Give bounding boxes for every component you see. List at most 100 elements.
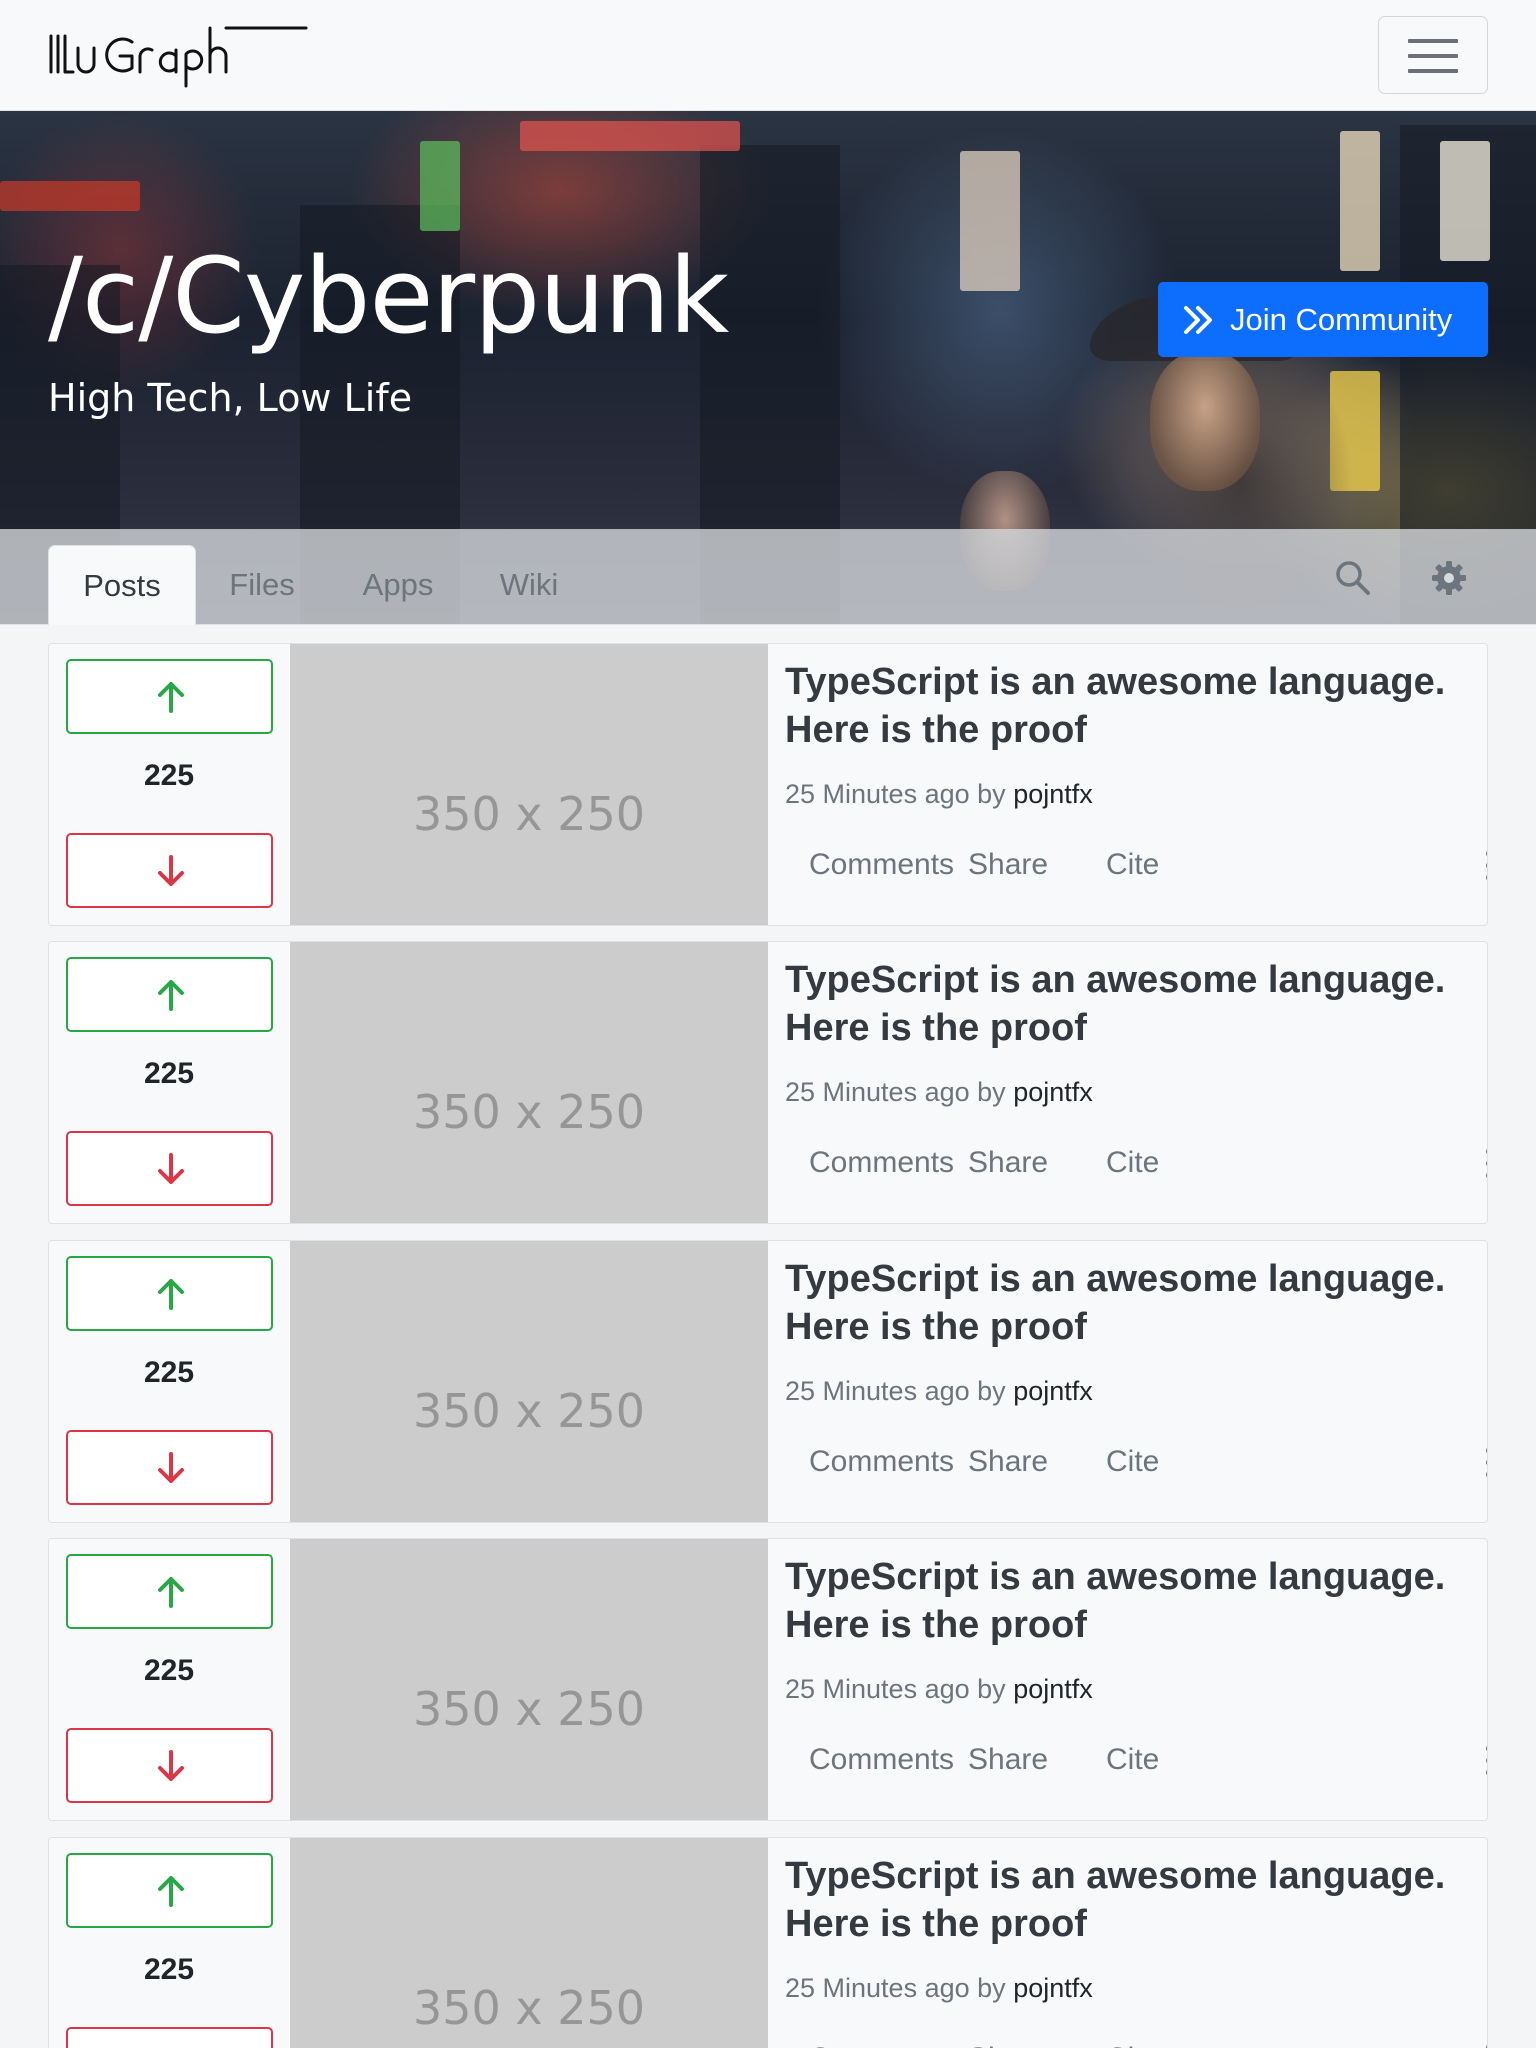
post-time: 25 Minutes ago (785, 1376, 970, 1406)
post-by: by (977, 779, 1006, 809)
vote-count: 225 (143, 1654, 195, 1687)
post-title[interactable]: TypeScript is an awesome language. Here … (785, 1553, 1475, 1649)
cite-link[interactable]: Cite (1106, 1142, 1159, 1184)
top-navbar (0, 0, 1536, 111)
post-card: 225 350 x 250 TypeScript is an awesome l… (48, 1240, 1488, 1523)
comments-link[interactable]: Comments (809, 1441, 954, 1483)
vote-count: 225 (143, 759, 195, 792)
comments-link[interactable]: Comments (809, 1739, 954, 1781)
post-card: 225 350 x 250 TypeScript is an awesome l… (48, 1538, 1488, 1821)
tab-files[interactable]: Files (212, 545, 312, 625)
thumbnail-placeholder-text: 350 x 250 (412, 1384, 646, 1438)
upvote-button[interactable] (66, 1256, 273, 1331)
post-card: 225 350 x 250 TypeScript is an awesome l… (48, 941, 1488, 1224)
post-meta: 25 Minutes ago by pojntfx (785, 1074, 1093, 1110)
more-options-icon[interactable] (1479, 1441, 1487, 1485)
share-link[interactable]: Share (968, 844, 1048, 886)
comments-link[interactable]: Comments (809, 844, 954, 886)
post-thumbnail[interactable]: 350 x 250 (290, 1838, 768, 2048)
more-options-icon[interactable] (1479, 1142, 1487, 1186)
post-meta: 25 Minutes ago by pojntfx (785, 1671, 1093, 1707)
post-author[interactable]: pojntfx (1013, 1077, 1093, 1107)
vote-panel: 225 (49, 1241, 289, 1522)
downvote-button[interactable] (66, 1131, 273, 1206)
tab-posts[interactable]: Posts (48, 545, 196, 625)
menu-toggle-button[interactable] (1378, 16, 1488, 94)
post-thumbnail[interactable]: 350 x 250 (290, 1539, 768, 1820)
post-thumbnail[interactable]: 350 x 250 (290, 1241, 768, 1522)
post-content: TypeScript is an awesome language. Here … (785, 942, 1487, 1223)
post-title[interactable]: TypeScript is an awesome language. Here … (785, 956, 1475, 1052)
thumbnail-placeholder-text: 350 x 250 (412, 1085, 646, 1139)
cite-link[interactable]: Cite (1106, 1739, 1159, 1781)
comments-link[interactable]: Comments (809, 1142, 954, 1184)
double-chevron-right-icon (1184, 306, 1212, 334)
downvote-button[interactable] (66, 1728, 273, 1803)
post-card: 225 350 x 250 TypeScript is an awesome l… (48, 1837, 1488, 2048)
downvote-button[interactable] (66, 2027, 273, 2048)
gear-icon[interactable] (1430, 559, 1468, 597)
arrow-up-icon (158, 1577, 184, 1608)
join-community-button[interactable]: Join Community (1158, 282, 1488, 357)
vote-count: 225 (143, 1057, 195, 1090)
arrow-up-icon (158, 682, 184, 713)
post-content: TypeScript is an awesome language. Here … (785, 1241, 1487, 1522)
post-content: TypeScript is an awesome language. Here … (785, 644, 1487, 925)
thumbnail-placeholder-text: 350 x 250 (412, 787, 646, 841)
post-content: TypeScript is an awesome language. Here … (785, 1539, 1487, 1820)
post-time: 25 Minutes ago (785, 1973, 970, 2003)
arrow-up-icon (158, 1876, 184, 1907)
post-thumbnail[interactable]: 350 x 250 (290, 644, 768, 925)
vote-panel: 225 (49, 644, 289, 925)
comments-link[interactable]: Comments (809, 2038, 954, 2048)
upvote-button[interactable] (66, 957, 273, 1032)
post-time: 25 Minutes ago (785, 1674, 970, 1704)
downvote-button[interactable] (66, 1430, 273, 1505)
tab-apps[interactable]: Apps (348, 545, 448, 625)
community-title: /c/Cyberpunk (48, 235, 729, 357)
downvote-button[interactable] (66, 833, 273, 908)
post-by: by (977, 1674, 1006, 1704)
post-by: by (977, 1376, 1006, 1406)
hamburger-menu-icon (1408, 39, 1458, 43)
post-author[interactable]: pojntfx (1013, 1973, 1093, 2003)
arrow-up-icon (158, 1279, 184, 1310)
thumbnail-placeholder-text: 350 x 250 (412, 1682, 646, 1736)
post-by: by (977, 1077, 1006, 1107)
cite-link[interactable]: Cite (1106, 1441, 1159, 1483)
share-link[interactable]: Share (968, 1739, 1048, 1781)
illugraph-logo[interactable] (48, 26, 308, 90)
upvote-button[interactable] (66, 659, 273, 734)
upvote-button[interactable] (66, 1554, 273, 1629)
post-time: 25 Minutes ago (785, 779, 970, 809)
vote-panel: 225 (49, 1539, 289, 1820)
post-title[interactable]: TypeScript is an awesome language. Here … (785, 1255, 1475, 1351)
post-title[interactable]: TypeScript is an awesome language. Here … (785, 658, 1475, 754)
post-meta: 25 Minutes ago by pojntfx (785, 776, 1093, 812)
thumbnail-placeholder-text: 350 x 250 (412, 1981, 646, 2035)
share-link[interactable]: Share (968, 1441, 1048, 1483)
tab-wiki[interactable]: Wiki (484, 545, 574, 625)
post-author[interactable]: pojntfx (1013, 1376, 1093, 1406)
share-link[interactable]: Share (968, 1142, 1048, 1184)
cite-link[interactable]: Cite (1106, 844, 1159, 886)
arrow-up-icon (158, 980, 184, 1011)
more-options-icon[interactable] (1479, 844, 1487, 888)
post-thumbnail[interactable]: 350 x 250 (290, 942, 768, 1223)
join-community-label: Join Community (1230, 302, 1453, 337)
more-options-icon[interactable] (1479, 2038, 1487, 2048)
upvote-button[interactable] (66, 1853, 273, 1928)
post-meta: 25 Minutes ago by pojntfx (785, 1373, 1093, 1409)
search-icon[interactable] (1334, 559, 1372, 597)
vote-panel: 225 (49, 942, 289, 1223)
more-options-icon[interactable] (1479, 1739, 1487, 1783)
vote-panel: 225 (49, 1838, 289, 2048)
vote-count: 225 (143, 1953, 195, 1986)
post-author[interactable]: pojntfx (1013, 1674, 1093, 1704)
cite-link[interactable]: Cite (1106, 2038, 1159, 2048)
post-author[interactable]: pojntfx (1013, 779, 1093, 809)
community-tabs: Posts Files Apps Wiki (0, 529, 1536, 625)
post-meta: 25 Minutes ago by pojntfx (785, 1970, 1093, 2006)
post-title[interactable]: TypeScript is an awesome language. Here … (785, 1852, 1475, 1948)
share-link[interactable]: Share (968, 2038, 1048, 2048)
